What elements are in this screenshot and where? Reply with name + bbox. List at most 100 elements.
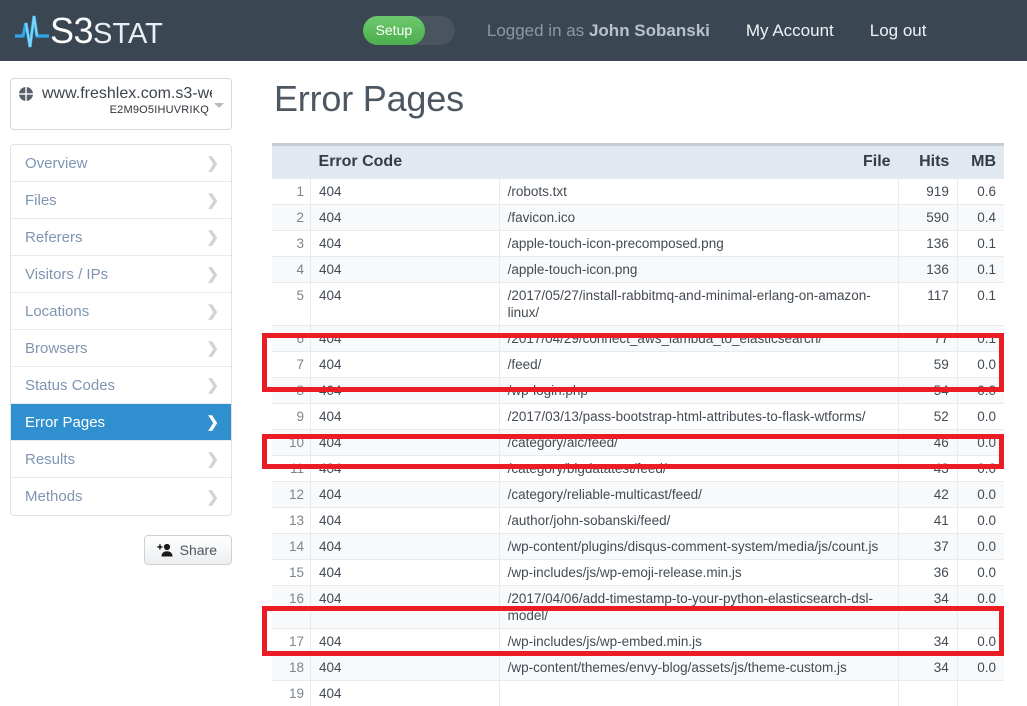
table-row[interactable]: 9404/2017/03/13/pass-bootstrap-html-attr… (272, 404, 1004, 430)
cell-file: /apple-touch-icon.png (499, 257, 898, 283)
sidebar-item-overview[interactable]: Overview ❯ (11, 145, 231, 182)
column-header-error-code[interactable]: Error Code (311, 145, 500, 179)
cell-mb: 0.0 (957, 534, 1004, 560)
logged-in-prefix: Logged in as (487, 21, 584, 40)
cell-file: /category/alc/feed/ (499, 430, 898, 456)
table-row[interactable]: 10404/category/alc/feed/460.0 (272, 430, 1004, 456)
column-header-rank[interactable] (272, 145, 311, 179)
column-header-hits[interactable]: Hits (899, 145, 958, 179)
chevron-right-icon: ❯ (206, 265, 219, 283)
sidebar-item-label: Status Codes (25, 377, 115, 394)
chevron-right-icon: ❯ (206, 488, 219, 506)
cell-rank: 15 (272, 560, 311, 586)
table-row[interactable]: 6404/2017/04/29/connect_aws_lambda_to_el… (272, 326, 1004, 352)
sidebar-item-status-codes[interactable]: Status Codes ❯ (11, 367, 231, 404)
cell-error-code: 404 (311, 378, 500, 404)
app-logo[interactable]: S3STAT (14, 0, 163, 61)
cell-mb: 0.0 (957, 508, 1004, 534)
sidebar-item-browsers[interactable]: Browsers ❯ (11, 330, 231, 367)
table-row[interactable]: 18404/wp-content/themes/envy-blog/assets… (272, 655, 1004, 681)
sidebar-item-label: Referers (25, 229, 83, 246)
table-row[interactable]: 2404/favicon.ico5900.4 (272, 205, 1004, 231)
cell-mb: 0.0 (957, 430, 1004, 456)
table-row[interactable]: 5404/2017/05/27/install-rabbitmq-and-min… (272, 283, 1004, 326)
cell-mb: 0.0 (957, 586, 1004, 629)
table-row[interactable]: 8404/wp-login.php540.0 (272, 378, 1004, 404)
site-selector[interactable]: www.freshlex.com.s3-we E2M9O5IHUVRIKQ (10, 78, 232, 130)
sidebar-item-results[interactable]: Results ❯ (11, 441, 231, 478)
sidebar-item-locations[interactable]: Locations ❯ (11, 293, 231, 330)
my-account-link[interactable]: My Account (746, 21, 834, 41)
cell-mb: 0.0 (957, 560, 1004, 586)
cell-error-code: 404 (311, 257, 500, 283)
cell-file: /2017/04/29/connect_aws_lambda_to_elasti… (499, 326, 898, 352)
cell-file: /feed/ (499, 352, 898, 378)
cell-file: /wp-content/themes/envy-blog/assets/js/t… (499, 655, 898, 681)
table-row[interactable]: 12404/category/reliable-multicast/feed/4… (272, 482, 1004, 508)
cell-hits: 46 (899, 430, 958, 456)
cell-error-code: 404 (311, 231, 500, 257)
chevron-right-icon: ❯ (206, 376, 219, 394)
sidebar-item-visitors-ips[interactable]: Visitors / IPs ❯ (11, 256, 231, 293)
table-header-row: Error Code File Hits MB (272, 145, 1004, 179)
table-row[interactable]: 14404/wp-content/plugins/disqus-comment-… (272, 534, 1004, 560)
table-row[interactable]: 1404/robots.txt9190.6 (272, 179, 1004, 205)
table-row[interactable]: 19404 (272, 681, 1004, 706)
share-button[interactable]: Share (144, 535, 232, 565)
share-button-label: Share (180, 542, 217, 558)
table-row[interactable]: 17404/wp-includes/js/wp-embed.min.js340.… (272, 629, 1004, 655)
sidebar-item-error-pages[interactable]: Error Pages ❯ (11, 404, 231, 441)
chevron-down-icon[interactable] (214, 103, 224, 108)
sidebar-item-files[interactable]: Files ❯ (11, 182, 231, 219)
cell-rank: 3 (272, 231, 311, 257)
cell-mb: 0.1 (957, 326, 1004, 352)
cell-file: /category/bigdatatest/feed/ (499, 456, 898, 482)
chevron-right-icon: ❯ (206, 154, 219, 172)
share-row: Share (10, 535, 232, 565)
cell-hits: 590 (899, 205, 958, 231)
cell-mb: 0.1 (957, 283, 1004, 326)
logo-text: S3STAT (50, 13, 163, 49)
sidebar-item-methods[interactable]: Methods ❯ (11, 478, 231, 515)
logo-text-primary: S3 (50, 10, 93, 51)
sidebar-item-label: Overview (25, 155, 88, 172)
table-row[interactable]: 15404/wp-includes/js/wp-emoji-release.mi… (272, 560, 1004, 586)
cell-error-code: 404 (311, 655, 500, 681)
top-navigation-bar: S3STAT Setup Logged in as John Sobanski … (0, 0, 1027, 61)
table-row[interactable]: 13404/author/john-sobanski/feed/410.0 (272, 508, 1004, 534)
column-header-mb[interactable]: MB (957, 145, 1004, 179)
setup-toggle[interactable]: Setup (363, 16, 455, 45)
cell-hits: 919 (899, 179, 958, 205)
chevron-right-icon: ❯ (206, 450, 219, 468)
cell-file: /favicon.ico (499, 205, 898, 231)
cell-rank: 6 (272, 326, 311, 352)
cell-hits: 52 (899, 404, 958, 430)
cell-rank: 5 (272, 283, 311, 326)
error-pages-table: Error Code File Hits MB 1404/robots.txt9… (272, 143, 1004, 706)
cell-rank: 13 (272, 508, 311, 534)
cell-error-code: 404 (311, 205, 500, 231)
table-row[interactable]: 16404/2017/04/06/add-timestamp-to-your-p… (272, 586, 1004, 629)
table-row[interactable]: 3404/apple-touch-icon-precomposed.png136… (272, 231, 1004, 257)
sidebar-nav-list: Overview ❯ Files ❯ Referers ❯ Visitors /… (10, 144, 232, 516)
logout-link[interactable]: Log out (870, 21, 927, 41)
sidebar-item-label: Methods (25, 488, 83, 505)
cell-error-code: 404 (311, 508, 500, 534)
table-row[interactable]: 4404/apple-touch-icon.png1360.1 (272, 257, 1004, 283)
column-header-file[interactable]: File (499, 145, 898, 179)
cell-file: /wp-content/plugins/disqus-comment-syste… (499, 534, 898, 560)
setup-toggle-knob[interactable]: Setup (363, 16, 425, 45)
cell-mb: 0.1 (957, 231, 1004, 257)
sidebar: www.freshlex.com.s3-we E2M9O5IHUVRIKQ Ov… (10, 78, 232, 565)
cell-file: /robots.txt (499, 179, 898, 205)
table-row[interactable]: 11404/category/bigdatatest/feed/430.0 (272, 456, 1004, 482)
table-row[interactable]: 7404/feed/590.0 (272, 352, 1004, 378)
cell-file: /category/reliable-multicast/feed/ (499, 482, 898, 508)
cell-hits (899, 681, 958, 706)
cell-mb: 0.0 (957, 655, 1004, 681)
cell-mb: 0.0 (957, 352, 1004, 378)
cell-file: /wp-login.php (499, 378, 898, 404)
sidebar-item-referers[interactable]: Referers ❯ (11, 219, 231, 256)
logged-in-status: Logged in as John Sobanski (487, 21, 710, 41)
sidebar-item-label: Browsers (25, 340, 88, 357)
